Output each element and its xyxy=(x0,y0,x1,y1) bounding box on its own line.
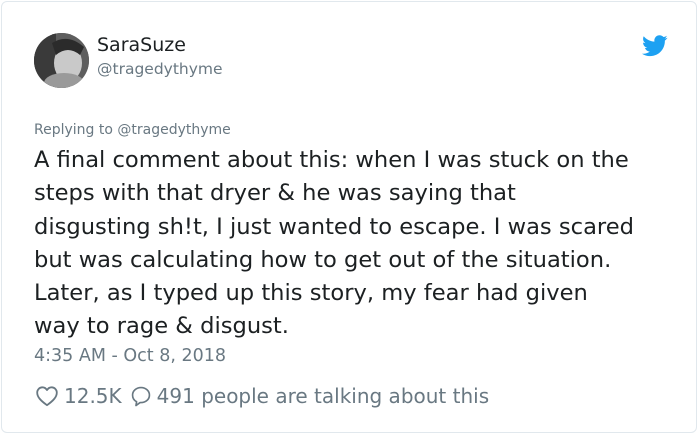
talking-about-link[interactable]: 491 people are talking about this xyxy=(157,384,489,408)
tweet-text-line: A final comment about this: when I was s… xyxy=(34,147,629,173)
avatar[interactable] xyxy=(34,33,89,88)
replying-to: Replying to @tragedythyme xyxy=(34,122,231,138)
heart-icon[interactable] xyxy=(35,384,59,408)
author-handle[interactable]: @tragedythyme xyxy=(97,60,223,78)
like-count[interactable]: 12.5K xyxy=(64,384,122,408)
replying-to-handle[interactable]: @tragedythyme xyxy=(117,122,230,138)
tweet-timestamp[interactable]: 4:35 AM - Oct 8, 2018 xyxy=(34,346,226,366)
author-name[interactable]: SaraSuze xyxy=(97,34,186,56)
replying-prefix: Replying to xyxy=(34,122,113,138)
tweet-text-line: way to rage & disgust. xyxy=(34,313,289,340)
tweet-text-line: Later, as I typed up this story, my fear… xyxy=(34,280,588,307)
speech-bubble-icon[interactable] xyxy=(130,385,152,407)
tweet-text-line: but was calculating how to get out of th… xyxy=(34,246,612,273)
tweet-card: SaraSuze @tragedythyme Replying to @trag… xyxy=(1,1,697,433)
tweet-text: A final comment about this: when I was s… xyxy=(34,144,684,344)
twitter-bird-icon[interactable] xyxy=(642,35,668,57)
tweet-actions: 12.5K 491 people are talking about this xyxy=(35,382,489,410)
tweet-text-line: steps with that dryer & he was saying th… xyxy=(34,180,516,207)
tweet-text-line: disgusting sh!t, I just wanted to escape… xyxy=(34,213,634,240)
